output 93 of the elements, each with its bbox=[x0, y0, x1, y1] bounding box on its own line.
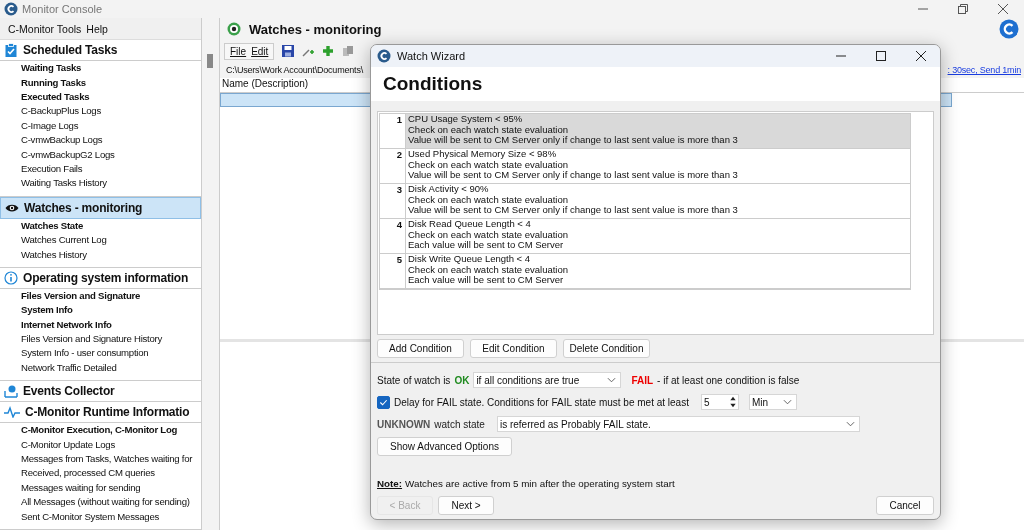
chevron-down-icon bbox=[607, 377, 617, 383]
fail-label: FAIL bbox=[631, 374, 654, 386]
sidebar-item[interactable]: Messages from Tasks, Watches waiting for bbox=[0, 452, 201, 467]
scrollbar-thumb[interactable] bbox=[207, 54, 213, 68]
row-number: 2 bbox=[380, 149, 406, 183]
row-number: 5 bbox=[380, 254, 406, 288]
section-header[interactable]: Events Collector bbox=[0, 381, 201, 403]
sidebar-item[interactable]: C-Monitor Execution, C-Monitor Log bbox=[0, 423, 201, 438]
sidebar-item[interactable]: Messages waiting for sending bbox=[0, 480, 201, 496]
menu-item[interactable]: Edit bbox=[251, 45, 269, 57]
note-label: Note: bbox=[377, 478, 403, 489]
sidebar-item[interactable]: Received, processed CM queries bbox=[0, 466, 201, 481]
note-text: Watches are active from 5 min after the operating system start bbox=[405, 478, 675, 489]
check-icon bbox=[379, 397, 388, 407]
clipboard-check-icon bbox=[4, 43, 18, 58]
close-icon[interactable] bbox=[998, 4, 1008, 14]
eye-icon bbox=[5, 202, 19, 213]
sidebar-item[interactable]: Files Version and Signature bbox=[0, 288, 201, 304]
delay-label: Delay for FAIL state. Conditions for FAIL state must be met at least bbox=[394, 396, 689, 408]
cancel-button[interactable]: Cancel bbox=[876, 496, 934, 515]
condition-row[interactable]: 4 Disk Read Queue Length < 4 Check on each watch state evaluation Each value will be sent to CM Server bbox=[380, 219, 910, 254]
close-icon[interactable] bbox=[916, 51, 926, 61]
column-header[interactable]: Name (Description) bbox=[222, 78, 309, 89]
sidebar-item[interactable]: C-vmwBackupG2 Logs bbox=[0, 147, 201, 162]
window-title: Monitor Console bbox=[22, 3, 103, 15]
condition-button[interactable]: Edit Condition bbox=[470, 339, 557, 358]
menu-item[interactable]: File bbox=[230, 45, 247, 57]
app-logo-icon bbox=[377, 49, 391, 63]
condition-row[interactable]: 1 CPU Usage System < 95% Check on each watch state evaluation Value will be sent to CM Server only if change to last sent value is more than 3 bbox=[380, 114, 910, 149]
sidebar-item[interactable]: Watches History bbox=[0, 247, 201, 262]
section-header[interactable]: Watches - monitoring bbox=[0, 196, 201, 219]
row-number: 3 bbox=[380, 184, 406, 218]
info-icon bbox=[4, 270, 18, 285]
chevron-down-icon bbox=[782, 399, 792, 405]
sidebar-item[interactable]: Internet Network Info bbox=[0, 317, 201, 333]
sidebar-item[interactable]: Execution Fails bbox=[0, 161, 201, 177]
row-number: 4 bbox=[380, 219, 406, 253]
sidebar-item[interactable]: Watches State bbox=[0, 218, 201, 234]
menu-item[interactable]: Help bbox=[86, 22, 108, 35]
unknown-label: UNKNOWN bbox=[377, 418, 431, 430]
condition-text: Used Physical Memory Size < 98% Check on each watch state evaluation Value will be sent to CM Server only if change to last sent value is more than 3 bbox=[407, 149, 739, 182]
condition-text: CPU Usage System < 95% Check on each watch state evaluation Value will be sent to CM Server only if change to last sent value is more than 3 bbox=[406, 114, 910, 148]
condition-text: Disk Activity < 90% Check on each watch state evaluation Value will be sent to CM Server only if change to last sent value is more than 3 bbox=[407, 184, 739, 217]
sidebar-item[interactable]: Executed Tasks bbox=[0, 90, 201, 105]
sidebar-item[interactable]: System Info bbox=[0, 303, 201, 318]
unknown-state-dropdown[interactable]: is referred as Probably FAIL state. bbox=[496, 416, 860, 432]
ok-label: OK bbox=[454, 374, 470, 386]
condition-row[interactable]: 5 Disk Write Queue Length < 4 Check on each watch state evaluation Each value will be sent to CM Server bbox=[380, 254, 910, 289]
sidebar-item[interactable]: System Info - user consumption bbox=[0, 346, 201, 361]
fail-description: - if at least one condition is false bbox=[657, 374, 800, 386]
sidebar-item[interactable]: Running Tasks bbox=[0, 75, 201, 90]
file-path: C:\Users\Work Account\Documents\ bbox=[226, 65, 363, 75]
restore-icon[interactable] bbox=[958, 4, 968, 14]
condition-button[interactable]: Delete Condition bbox=[563, 339, 650, 358]
condition-button[interactable]: Add Condition bbox=[377, 339, 464, 358]
schedule-link[interactable]: : 30sec, Send 1min bbox=[947, 65, 1021, 75]
dialog-heading: Conditions bbox=[383, 73, 483, 95]
sidebar-item[interactable]: All Messages (without waiting for sending) bbox=[0, 495, 201, 510]
sidebar-item[interactable]: C-Image Logs bbox=[0, 118, 201, 134]
nav-button[interactable]: Next > bbox=[438, 496, 494, 515]
section-header[interactable]: Scheduled Tasks bbox=[0, 40, 201, 62]
section-header[interactable]: C-Monitor Runtime Informatio bbox=[0, 402, 201, 424]
sidebar-item[interactable]: Waiting Tasks bbox=[0, 61, 201, 76]
condition-row[interactable]: 3 Disk Activity < 90% Check on each watch state evaluation Value will be sent to CM Server only if change to last sent value is more than 3 bbox=[380, 184, 910, 219]
delay-checkbox[interactable] bbox=[377, 395, 390, 409]
panel-title: Watches - monitoring bbox=[249, 21, 382, 37]
sidebar-item[interactable]: C-vmwBackup Logs bbox=[0, 133, 201, 148]
chevron-down-icon bbox=[845, 421, 855, 427]
sidebar-item[interactable]: Watches Current Log bbox=[0, 233, 201, 248]
condition-text: Disk Read Queue Length < 4 Check on each watch state evaluation Each value will be sent to CM Server bbox=[407, 219, 569, 252]
state-label: State of watch is bbox=[377, 374, 451, 386]
app-logo-icon[interactable] bbox=[999, 19, 1019, 39]
copy-icon[interactable] bbox=[342, 45, 355, 57]
condition-dropdown[interactable]: if all conditions are true bbox=[473, 372, 622, 388]
sidebar-item[interactable]: C-BackupPlus Logs bbox=[0, 104, 201, 119]
sidebar-item[interactable]: C-Monitor Update Logs bbox=[0, 437, 201, 453]
pulse-icon bbox=[4, 406, 20, 419]
maximize-icon[interactable] bbox=[876, 51, 886, 61]
sidebar-item[interactable]: Network Traffic Detailed bbox=[0, 360, 201, 376]
delay-spinner[interactable]: 5 bbox=[700, 394, 739, 410]
condition-text: Disk Write Queue Length < 4 Check on each watch state evaluation Each value will be sent to CM Server bbox=[407, 254, 569, 287]
section-header[interactable]: Operating system information bbox=[0, 267, 201, 289]
plus-icon[interactable] bbox=[322, 45, 335, 57]
sidebar-item[interactable]: Files Version and Signature History bbox=[0, 332, 201, 347]
dialog-title: Watch Wizard bbox=[397, 50, 466, 62]
save-icon[interactable] bbox=[282, 45, 295, 57]
menu-item[interactable]: C-Monitor Tools bbox=[8, 22, 82, 35]
unknown-state-label: watch state bbox=[434, 418, 485, 430]
sidebar-item[interactable]: Waiting Tasks History bbox=[0, 176, 201, 191]
condition-row[interactable]: 2 Used Physical Memory Size < 98% Check on each watch state evaluation Value will be sent to CM Server only if change to last sent value is more than 3 bbox=[380, 149, 910, 184]
sidebar-item[interactable]: Sent C-Monitor System Messages bbox=[0, 509, 201, 524]
unit-dropdown[interactable]: Min bbox=[748, 394, 797, 410]
advanced-options-button[interactable]: Show Advanced Options bbox=[377, 436, 512, 456]
